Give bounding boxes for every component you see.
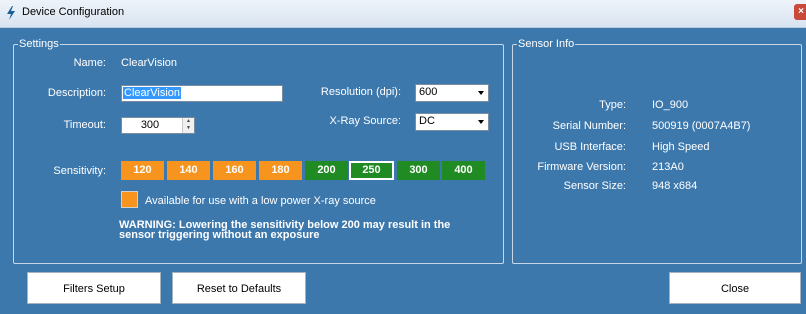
usb-interface-value: High Speed	[652, 141, 710, 153]
sensitivity-option[interactable]: 180	[259, 161, 302, 180]
firmware-version-label: Firmware Version:	[537, 161, 626, 173]
sensitivity-option[interactable]: 300	[397, 161, 440, 180]
description-label: Description:	[47, 87, 106, 99]
reset-to-defaults-button[interactable]: Reset to Defaults	[172, 272, 306, 304]
firmware-version-value: 213A0	[652, 161, 684, 173]
chevron-down-icon	[478, 120, 484, 124]
sensor-type-label: Type:	[599, 99, 626, 111]
xray-source-select-value: DC	[419, 115, 435, 127]
title-bar: Device Configuration ×	[0, 0, 806, 28]
sensitivity-option[interactable]: 200	[305, 161, 348, 180]
window-title: Device Configuration	[22, 6, 125, 18]
name-value: ClearVision	[121, 57, 178, 69]
sensor-size-value: 948 x684	[652, 180, 698, 192]
name-label: Name:	[73, 57, 106, 69]
stepper-up-icon[interactable]: ▲	[183, 118, 194, 125]
resolution-select-value: 600	[419, 86, 438, 98]
app-icon	[7, 6, 15, 20]
sensitivity-option[interactable]: 120	[121, 161, 164, 180]
resolution-label: Resolution (dpi):	[320, 86, 401, 98]
sensitivity-label: Sensitivity:	[53, 165, 106, 177]
resolution-select[interactable]: 600	[415, 84, 489, 102]
description-input[interactable]: ClearVision	[121, 85, 283, 102]
timeout-value: 300	[140, 119, 160, 131]
description-input-text: ClearVision	[123, 87, 182, 99]
stepper-down-icon[interactable]: ▼	[183, 125, 194, 132]
low-power-color-swatch	[121, 191, 138, 208]
settings-legend: Settings	[19, 38, 59, 50]
serial-number-label: Serial Number:	[552, 120, 626, 132]
device-configuration-window: Device Configuration × Settings Sensor I…	[0, 0, 806, 314]
sensitivity-option[interactable]: 160	[213, 161, 256, 180]
serial-number-value: 500919 (0007A4B7)	[652, 120, 751, 132]
sensor-size-label: Sensor Size:	[563, 180, 626, 192]
sensitivity-option-selected[interactable]: 250	[349, 161, 394, 180]
timeout-label: Timeout:	[63, 119, 106, 131]
xray-source-select[interactable]: DC	[415, 113, 489, 131]
sensitivity-option[interactable]: 140	[167, 161, 210, 180]
filters-setup-button[interactable]: Filters Setup	[27, 272, 161, 304]
sensor-type-value: IO_900	[652, 99, 689, 111]
chevron-down-icon	[478, 91, 484, 95]
sensitivity-warning: WARNING: Lowering the sensitivity below …	[119, 219, 451, 241]
xray-source-label: X-Ray Source:	[329, 115, 401, 127]
timeout-stepper-arrows[interactable]: ▲ ▼	[182, 118, 194, 133]
close-button[interactable]: Close	[669, 272, 801, 304]
sensitivity-option[interactable]: 400	[442, 161, 485, 180]
low-power-note: Available for use with a low power X-ray…	[145, 195, 376, 207]
timeout-stepper[interactable]: 300 ▲ ▼	[121, 117, 195, 134]
sensor-info-legend: Sensor Info	[518, 38, 575, 50]
window-close-button[interactable]: ×	[794, 4, 806, 20]
usb-interface-label: USB Interface:	[554, 141, 626, 153]
